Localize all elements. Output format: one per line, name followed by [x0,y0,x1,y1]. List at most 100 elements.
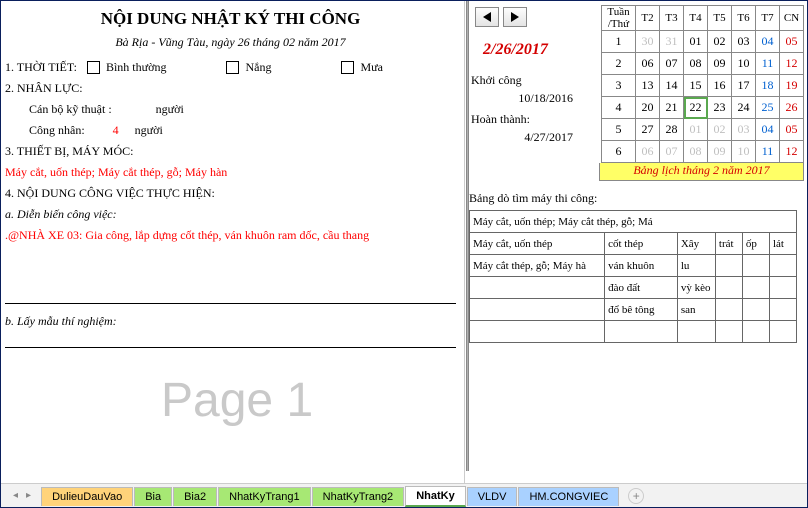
cal-day[interactable]: 17 [732,75,756,97]
lookup-cell[interactable] [742,277,769,299]
lookup-cell[interactable] [742,255,769,277]
cal-day[interactable]: 04 [756,31,780,53]
cal-day[interactable]: 23 [708,97,732,119]
lookup-cell[interactable]: ván khuôn [605,255,678,277]
cal-day[interactable]: 14 [660,75,684,97]
cal-day[interactable]: 06 [636,53,660,75]
tab-nhatky[interactable]: NhatKy [405,486,466,507]
page-watermark: Page 1 [161,373,313,428]
lookup-cell[interactable] [470,299,605,321]
cal-day[interactable]: 08 [684,53,708,75]
next-button[interactable] [503,7,527,27]
cal-day[interactable]: 28 [660,119,684,141]
lookup-cell[interactable]: vỳ kèo [677,277,715,299]
cal-header: T4 [684,6,708,31]
lookup-cell[interactable] [470,277,605,299]
cal-day[interactable]: 05 [780,31,804,53]
lookup-cell[interactable] [715,299,742,321]
tab-nav-first-icon[interactable]: ◂ [13,490,18,501]
cal-day[interactable]: 07 [660,141,684,163]
cal-day[interactable]: 03 [732,31,756,53]
cal-day[interactable]: 31 [660,31,684,53]
cal-day[interactable]: 12 [780,141,804,163]
cal-day[interactable]: 10 [732,141,756,163]
lookup-cell[interactable] [470,321,605,343]
lookup-cell[interactable]: Máy cắt, uốn thép [470,233,605,255]
pane-divider[interactable] [466,1,469,471]
tab-bia2[interactable]: Bia2 [173,487,217,506]
cal-day[interactable]: 01 [684,31,708,53]
cal-day[interactable]: 11 [756,141,780,163]
lookup-cell[interactable] [769,299,796,321]
cal-day[interactable]: 22 [684,97,708,119]
cal-day[interactable]: 02 [708,31,732,53]
staff2-label: Công nhân: [29,123,85,138]
lookup-cell[interactable]: trát [715,233,742,255]
cal-day[interactable]: 20 [636,97,660,119]
work-text: .@NHÀ XE 03: Gia công, lắp dựng cốt thép… [5,228,456,243]
cal-day[interactable]: 06 [636,141,660,163]
cal-day[interactable]: 03 [732,119,756,141]
lookup-cell[interactable]: lu [677,255,715,277]
cal-day[interactable]: 05 [780,119,804,141]
lookup-cell[interactable]: Xây [677,233,715,255]
tab-hmcv[interactable]: HM.CONGVIEC [518,487,619,506]
weather-checkbox-2[interactable] [226,61,239,74]
cal-day[interactable]: 10 [732,53,756,75]
lookup-cell[interactable]: ốp [742,233,769,255]
weather-checkbox-3[interactable] [341,61,354,74]
lookup-cell[interactable] [769,277,796,299]
lookup-cell[interactable]: đổ bê tông [605,299,678,321]
cal-day[interactable]: 16 [708,75,732,97]
lookup-cell[interactable]: Máy cắt, uốn thép; Máy cắt thép, gỗ; Má [470,211,797,233]
cal-day[interactable]: 09 [708,53,732,75]
lookup-cell[interactable] [715,321,742,343]
lookup-cell[interactable] [715,277,742,299]
tab-vldv[interactable]: VLDV [467,487,518,506]
lookup-cell[interactable]: san [677,299,715,321]
cal-day[interactable]: 19 [780,75,804,97]
cal-day[interactable]: 02 [708,119,732,141]
sec2-label: 2. NHÂN LỰC: [5,81,456,96]
add-sheet-button[interactable]: + [628,488,644,504]
tab-dulieu[interactable]: DulieuDauVao [41,487,133,506]
calendar-caption: Bảng lịch tháng 2 năm 2017 [599,163,804,181]
weather-checkbox-1[interactable] [87,61,100,74]
lookup-cell[interactable] [769,255,796,277]
cal-day[interactable]: 01 [684,119,708,141]
cal-day[interactable]: 26 [780,97,804,119]
cal-day[interactable]: 27 [636,119,660,141]
lookup-cell[interactable] [742,299,769,321]
cal-day[interactable]: 30 [636,31,660,53]
prev-button[interactable] [475,7,499,27]
lookup-cell[interactable] [605,321,678,343]
tab-nk2[interactable]: NhatKyTrang2 [312,487,405,506]
cal-day[interactable]: 18 [756,75,780,97]
cal-day[interactable]: 11 [756,53,780,75]
lookup-cell[interactable] [742,321,769,343]
lookup-cell[interactable]: lát [769,233,796,255]
tab-nav-last-icon[interactable]: ▸ [26,490,31,501]
cal-day[interactable]: 08 [684,141,708,163]
lookup-table: Máy cắt, uốn thép; Máy cắt thép, gỗ; MáM… [469,210,797,343]
cal-day[interactable]: 24 [732,97,756,119]
lookup-cell[interactable] [715,255,742,277]
tab-bia[interactable]: Bia [134,487,172,506]
cal-day[interactable]: 12 [780,53,804,75]
tab-nk1[interactable]: NhatKyTrang1 [218,487,311,506]
lookup-cell[interactable] [769,321,796,343]
lookup-cell[interactable]: cốt thép [605,233,678,255]
cal-day[interactable]: 09 [708,141,732,163]
cal-header: T6 [732,6,756,31]
lookup-cell[interactable]: đào đất [605,277,678,299]
cal-day[interactable]: 13 [636,75,660,97]
cal-day[interactable]: 25 [756,97,780,119]
cal-day[interactable]: 15 [684,75,708,97]
lookup-cell[interactable]: Máy cắt thép, gỗ; Máy hà [470,255,605,277]
cal-day[interactable]: 04 [756,119,780,141]
sec4a-label: a. Diễn biến công việc: [5,207,456,222]
cal-week: 1 [602,31,636,53]
cal-day[interactable]: 07 [660,53,684,75]
lookup-cell[interactable] [677,321,715,343]
cal-day[interactable]: 21 [660,97,684,119]
